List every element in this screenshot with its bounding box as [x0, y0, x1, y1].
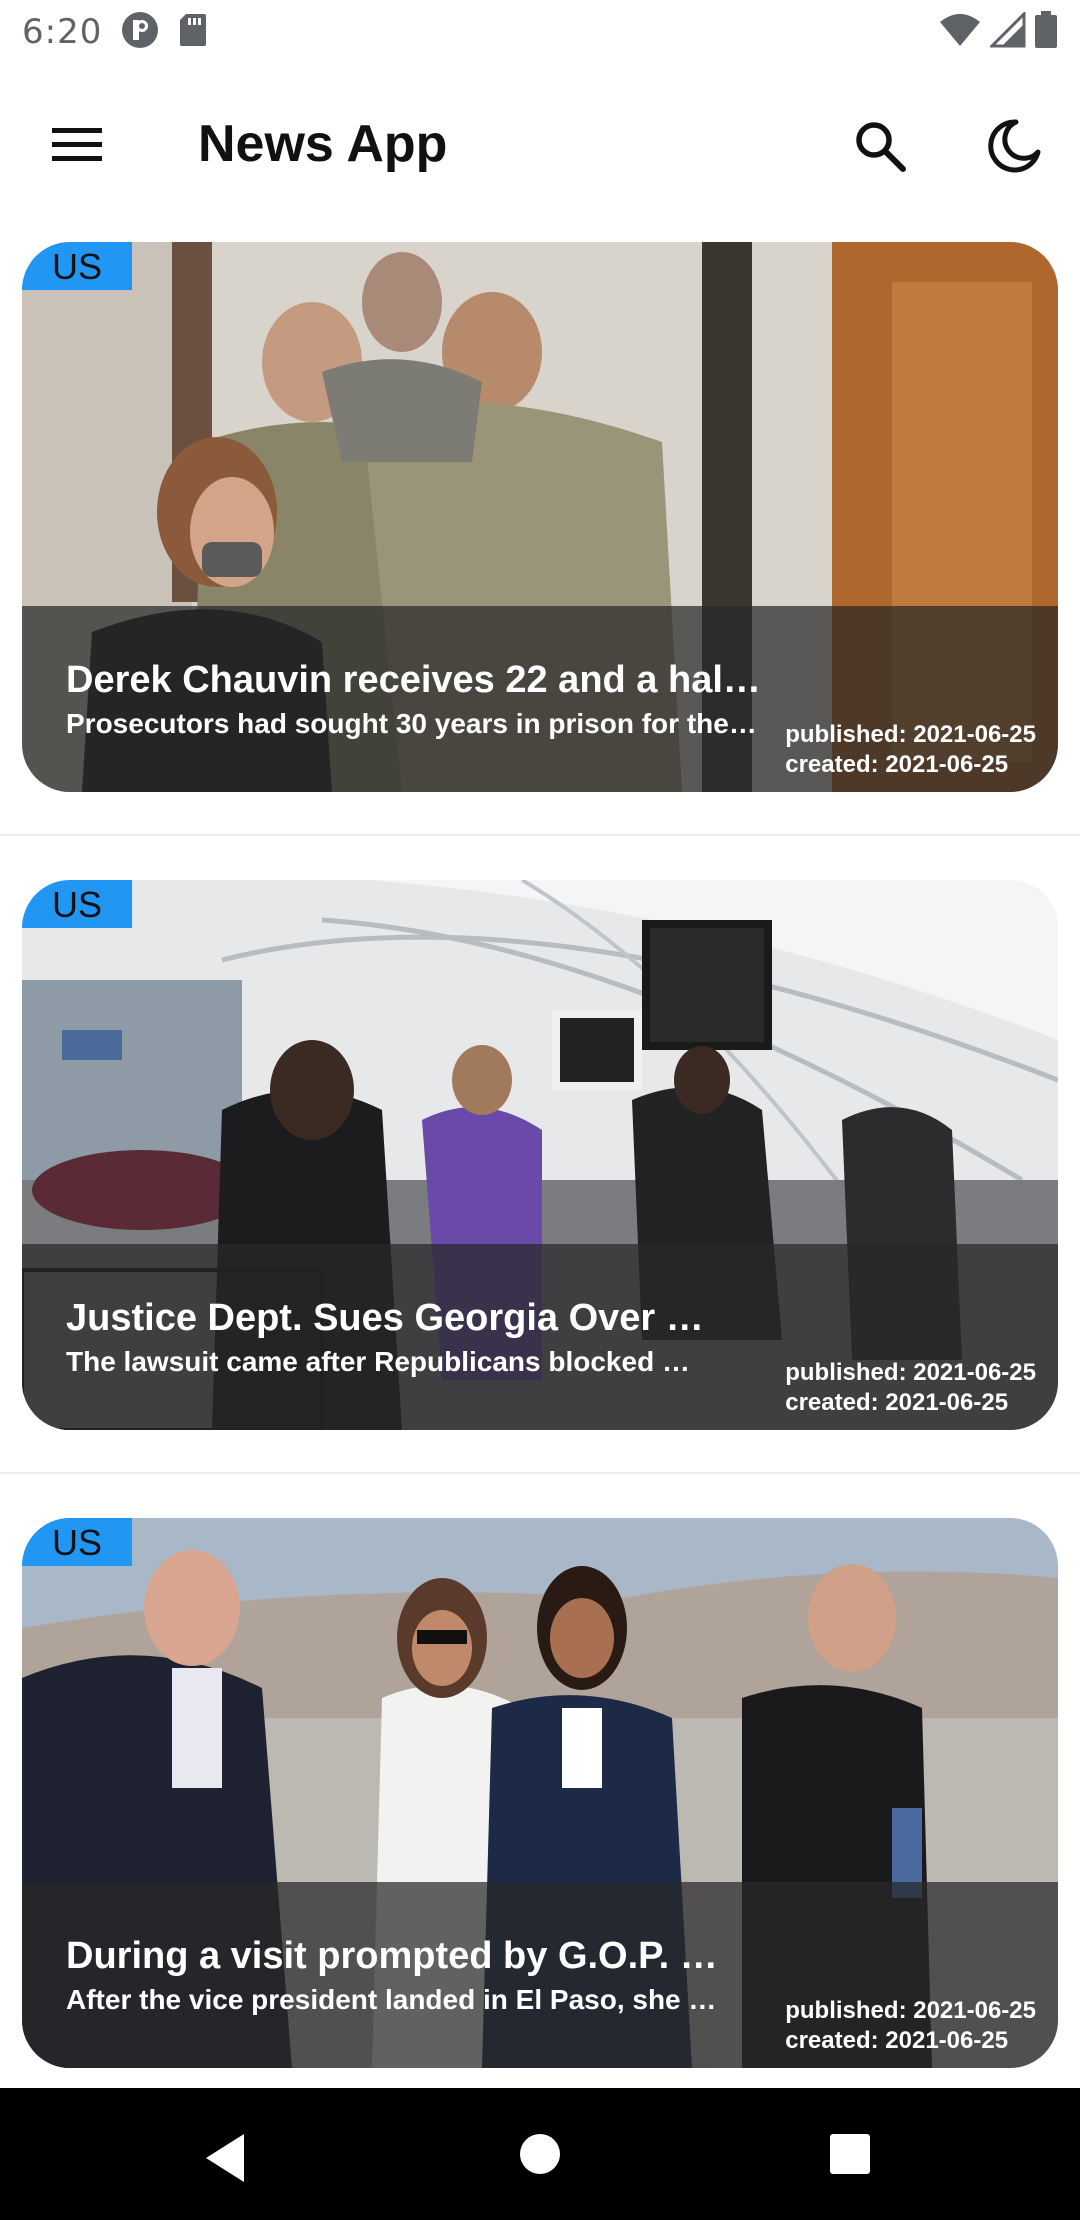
wifi-icon — [938, 12, 982, 52]
home-button[interactable] — [518, 2132, 562, 2176]
page-title: News App — [198, 115, 448, 173]
status-right — [938, 10, 1058, 53]
app-bar: News App — [0, 64, 1080, 224]
divider — [0, 1472, 1080, 1474]
sd-card-icon — [178, 12, 208, 52]
news-feed[interactable]: US Derek Chauvin receives 22 and a hal… … — [0, 224, 1080, 2088]
published-date: published: 2021-06-25 — [785, 721, 1036, 748]
article-description: Prosecutors had sought 30 years in priso… — [66, 708, 757, 739]
app-notification-icon — [120, 10, 160, 54]
cell-signal-icon — [988, 10, 1026, 52]
article-dates: published: 2021-06-25 created: 2021-06-2… — [785, 1996, 1036, 2056]
published-date: published: 2021-06-25 — [785, 1359, 1036, 1386]
theme-toggle-button[interactable] — [976, 108, 1052, 184]
published-date: published: 2021-06-25 — [785, 1997, 1036, 2024]
back-button[interactable] — [196, 2128, 256, 2188]
search-button[interactable] — [842, 108, 918, 184]
menu-button[interactable] — [40, 112, 114, 176]
hamburger-menu-icon — [52, 128, 102, 161]
news-card[interactable]: US Justice Dept. Sues Georgia Over … The… — [22, 880, 1058, 1430]
back-icon — [206, 2134, 244, 2182]
status-bar: 6:20 — [0, 0, 1080, 64]
recents-icon — [830, 2134, 870, 2174]
status-left: 6:20 — [22, 10, 208, 54]
news-card[interactable]: US During a visit prompted by G.O.P. … A… — [22, 1518, 1058, 2068]
created-date: created: 2021-06-25 — [785, 2027, 1009, 2054]
divider — [0, 834, 1080, 836]
created-date: created: 2021-06-25 — [785, 751, 1009, 778]
system-nav-bar — [0, 2088, 1080, 2220]
category-badge: US — [22, 1518, 132, 1566]
article-dates: published: 2021-06-25 created: 2021-06-2… — [785, 720, 1036, 780]
status-time: 6:20 — [22, 12, 103, 52]
article-title: Justice Dept. Sues Georgia Over … — [66, 1297, 704, 1339]
home-icon — [520, 2134, 560, 2174]
article-title: During a visit prompted by G.O.P. … — [66, 1935, 718, 1977]
article-description: The lawsuit came after Republicans block… — [66, 1346, 690, 1377]
article-title: Derek Chauvin receives 22 and a hal… — [66, 659, 761, 701]
recents-button[interactable] — [828, 2132, 872, 2176]
battery-icon — [1034, 11, 1058, 53]
dark-mode-moon-icon — [988, 119, 1041, 173]
search-icon — [856, 122, 906, 172]
article-dates: published: 2021-06-25 created: 2021-06-2… — [785, 1358, 1036, 1418]
created-date: created: 2021-06-25 — [785, 1389, 1009, 1416]
article-description: After the vice president landed in El Pa… — [66, 1984, 717, 2015]
news-card[interactable]: US Derek Chauvin receives 22 and a hal… … — [22, 242, 1058, 792]
category-badge: US — [22, 242, 132, 290]
category-badge: US — [22, 880, 132, 928]
